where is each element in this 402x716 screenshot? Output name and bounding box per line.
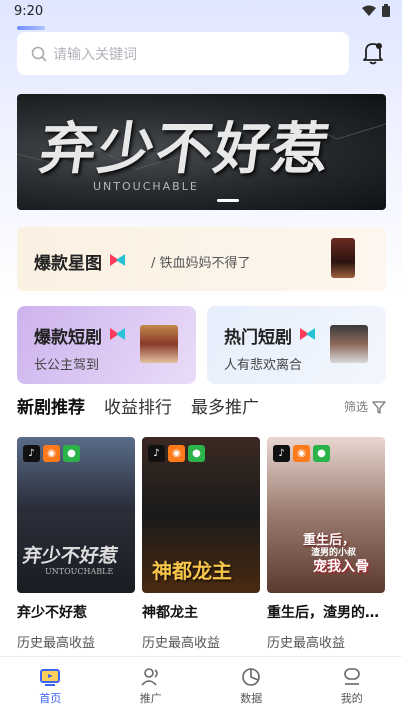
nav-promote-label: 推广: [139, 692, 162, 705]
trending-short-title: 热门短剧: [224, 328, 292, 348]
poster-subtitle: UNTOUCHABLE: [45, 567, 114, 576]
banner-title: 弃少不好惹: [35, 116, 336, 182]
nav-profile-label: 我的: [340, 692, 363, 705]
home-tv-icon: [40, 669, 61, 686]
star-card-title: 爆款星图: [34, 254, 102, 274]
platform-badges: ♪ ◉ ●: [273, 445, 330, 462]
nav-home-label: 首页: [39, 692, 62, 705]
hot-short-drama-card[interactable]: 爆款短剧 长公主驾到: [17, 306, 196, 384]
xingtu-logo-icon: [110, 254, 126, 266]
nav-home[interactable]: 首页: [0, 657, 101, 716]
platform-badges: ♪ ◉ ●: [148, 445, 205, 462]
platform-badges: ♪ ◉ ●: [23, 445, 80, 462]
banner-subtitle: UNTOUCHABLE: [93, 180, 199, 193]
users-icon: [141, 668, 158, 686]
filter-icon: [372, 400, 386, 414]
bell-icon[interactable]: [362, 41, 384, 65]
drama-card[interactable]: ♪ ◉ ● 弃少不好惹 UNTOUCHABLE 弃少不好惹 历史最高收益: [17, 437, 135, 651]
hot-short-subtitle: 长公主驾到: [34, 358, 100, 373]
drama-card[interactable]: ♪ ◉ ● 神都龙主 神都龙主 历史最高收益: [142, 437, 260, 651]
wifi-icon: [362, 5, 376, 16]
tab-most-promoted[interactable]: 最多推广: [191, 393, 259, 418]
banner-carousel[interactable]: 弃少不好惹 UNTOUCHABLE: [17, 94, 386, 210]
xingtu-logo-icon: [300, 328, 316, 340]
kuaishou-icon: ◉: [168, 445, 185, 462]
douyin-icon: ♪: [148, 445, 165, 462]
status-bar: 9:20: [0, 0, 402, 24]
drama-card[interactable]: ♪ ◉ ● 重生后， 渣男的小叔 宠我入骨 重生后，渣男的… 历史最高收益: [267, 437, 385, 651]
drama-poster: ♪ ◉ ● 重生后， 渣男的小叔 宠我入骨: [267, 437, 385, 593]
active-tab-indicator: [17, 26, 45, 30]
nav-promote[interactable]: 推广: [101, 657, 202, 716]
douyin-icon: ♪: [23, 445, 40, 462]
wechat-icon: ●: [188, 445, 205, 462]
drama-title: 重生后，渣男的…: [267, 605, 379, 621]
nav-data[interactable]: 数据: [201, 657, 302, 716]
star-chart-card[interactable]: 爆款星图 / 铁血妈妈不得了: [17, 227, 386, 291]
poster-title: 弃少不好惹: [21, 545, 120, 567]
profile-icon: [343, 668, 360, 685]
carousel-indicator: [217, 199, 239, 202]
wechat-icon: ●: [313, 445, 330, 462]
pie-chart-icon: [242, 668, 261, 686]
xingtu-logo-icon: [110, 328, 126, 340]
kuaishou-icon: ◉: [293, 445, 310, 462]
search-bar[interactable]: [17, 32, 349, 75]
search-icon: [31, 46, 47, 62]
kuaishou-icon: ◉: [43, 445, 60, 462]
nav-profile[interactable]: 我的: [302, 657, 402, 716]
tab-new-drama[interactable]: 新剧推荐: [17, 393, 85, 418]
tab-earnings-rank[interactable]: 收益排行: [104, 393, 172, 418]
star-card-subtitle: / 铁血妈妈不得了: [151, 256, 251, 271]
drama-earnings-label: 历史最高收益: [142, 636, 221, 651]
trending-short-subtitle: 人有悲欢离合: [224, 358, 303, 373]
nav-data-label: 数据: [240, 692, 263, 705]
drama-title: 神都龙主: [142, 605, 198, 621]
bottom-navigation: 首页 推广 数据 我的: [0, 656, 402, 716]
wechat-icon: ●: [63, 445, 80, 462]
poster-line-3: 宠我入骨: [313, 559, 369, 575]
filter-label: 筛选: [343, 400, 368, 414]
trending-short-thumbnail: [330, 325, 368, 363]
battery-icon: [382, 4, 390, 17]
status-time: 9:20: [14, 4, 44, 19]
drama-earnings-label: 历史最高收益: [17, 636, 96, 651]
drama-title: 弃少不好惹: [17, 605, 87, 621]
drama-earnings-label: 历史最高收益: [267, 636, 346, 651]
douyin-icon: ♪: [273, 445, 290, 462]
filter-button[interactable]: 筛选: [344, 398, 386, 415]
hot-short-title: 爆款短剧: [34, 328, 102, 348]
trending-short-drama-card[interactable]: 热门短剧 人有悲欢离合: [207, 306, 386, 384]
category-tabs: 新剧推荐 收益排行 最多推广 筛选: [17, 393, 386, 423]
drama-poster: ♪ ◉ ● 弃少不好惹 UNTOUCHABLE: [17, 437, 135, 593]
star-card-thumbnail: [331, 238, 355, 278]
status-icons: [362, 4, 390, 17]
search-input[interactable]: [53, 45, 313, 62]
hot-short-thumbnail: [140, 325, 178, 363]
poster-title: 神都龙主: [152, 559, 232, 583]
drama-poster: ♪ ◉ ● 神都龙主: [142, 437, 260, 593]
